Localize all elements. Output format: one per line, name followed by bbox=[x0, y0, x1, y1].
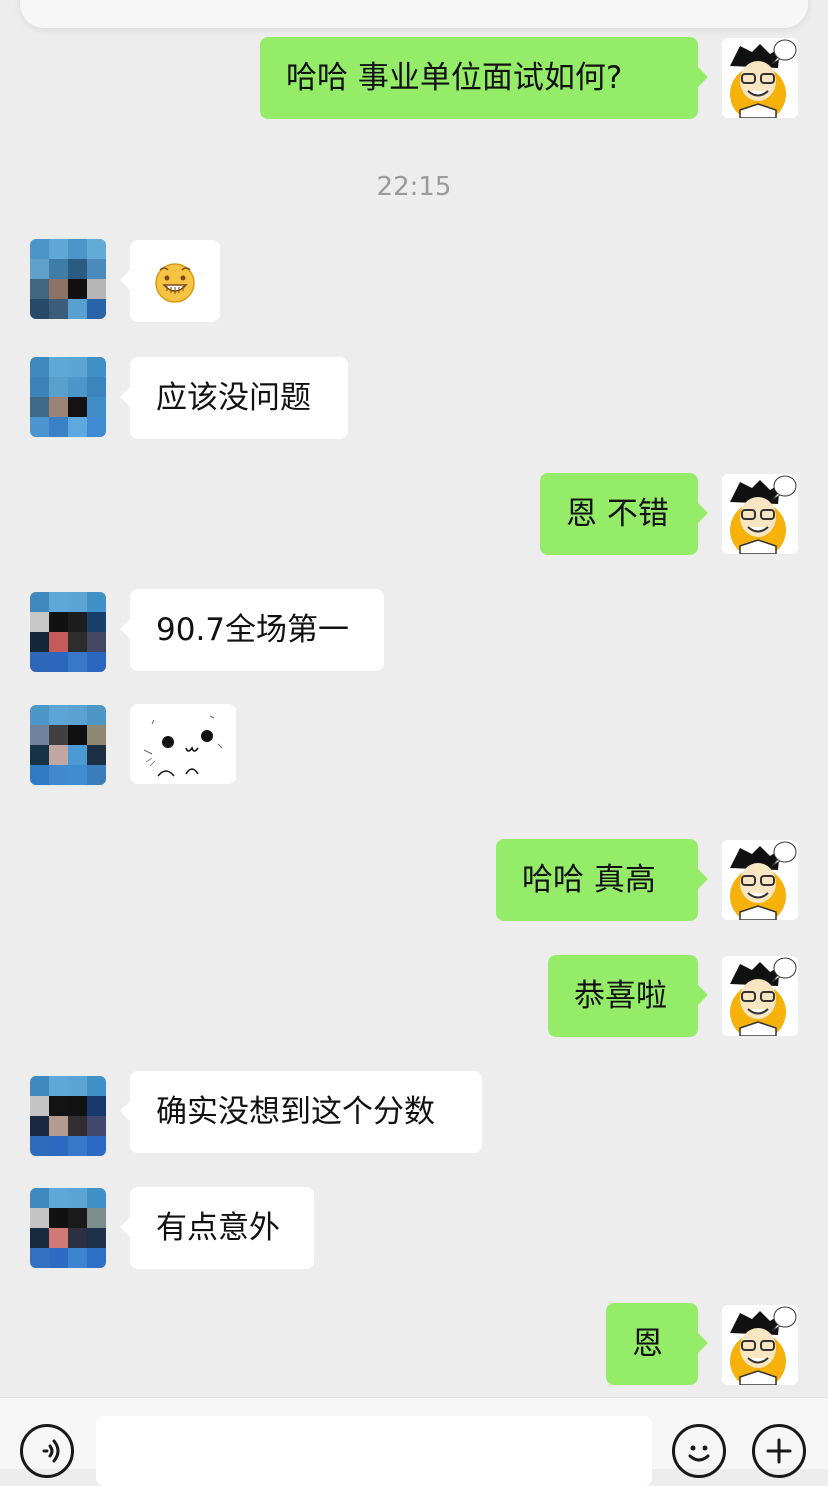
self-avatar[interactable] bbox=[722, 840, 798, 920]
message-bubble-outgoing[interactable]: 哈哈 事业单位面试如何? bbox=[260, 37, 708, 119]
grin-emoji-icon bbox=[155, 263, 195, 303]
sticker-message[interactable] bbox=[130, 704, 236, 784]
message-input[interactable] bbox=[96, 1416, 652, 1486]
message-bubble-outgoing[interactable]: 恩 bbox=[606, 1303, 708, 1385]
self-avatar[interactable] bbox=[722, 956, 798, 1036]
contact-avatar[interactable] bbox=[30, 1076, 106, 1156]
message-bubble-outgoing[interactable]: 恩 不错 bbox=[540, 473, 708, 555]
contact-avatar[interactable] bbox=[30, 1188, 106, 1268]
message-bubble-incoming[interactable]: 确实没想到这个分数 bbox=[120, 1071, 482, 1153]
top-panel bbox=[20, 0, 808, 28]
message-bubble-incoming[interactable]: 应该没问题 bbox=[120, 357, 348, 439]
voice-button[interactable] bbox=[20, 1424, 74, 1478]
message-bubble-incoming[interactable]: 90.7全场第一 bbox=[120, 589, 384, 671]
plus-button[interactable] bbox=[752, 1424, 806, 1478]
contact-avatar[interactable] bbox=[30, 705, 106, 785]
self-avatar[interactable] bbox=[722, 38, 798, 118]
timestamp: 22:15 bbox=[376, 172, 452, 202]
contact-avatar[interactable] bbox=[30, 357, 106, 437]
self-avatar[interactable] bbox=[722, 474, 798, 554]
input-toolbar bbox=[0, 1397, 828, 1486]
emoji-message[interactable] bbox=[120, 240, 220, 322]
message-bubble-outgoing[interactable]: 哈哈 真高 bbox=[496, 839, 708, 921]
message-bubble-incoming[interactable]: 有点意外 bbox=[120, 1187, 314, 1269]
contact-avatar[interactable] bbox=[30, 592, 106, 672]
emoji-button[interactable] bbox=[672, 1424, 726, 1478]
self-avatar[interactable] bbox=[722, 1305, 798, 1385]
contact-avatar[interactable] bbox=[30, 239, 106, 319]
seal-sticker-icon bbox=[130, 704, 236, 784]
message-bubble-outgoing[interactable]: 恭喜啦 bbox=[548, 955, 708, 1037]
